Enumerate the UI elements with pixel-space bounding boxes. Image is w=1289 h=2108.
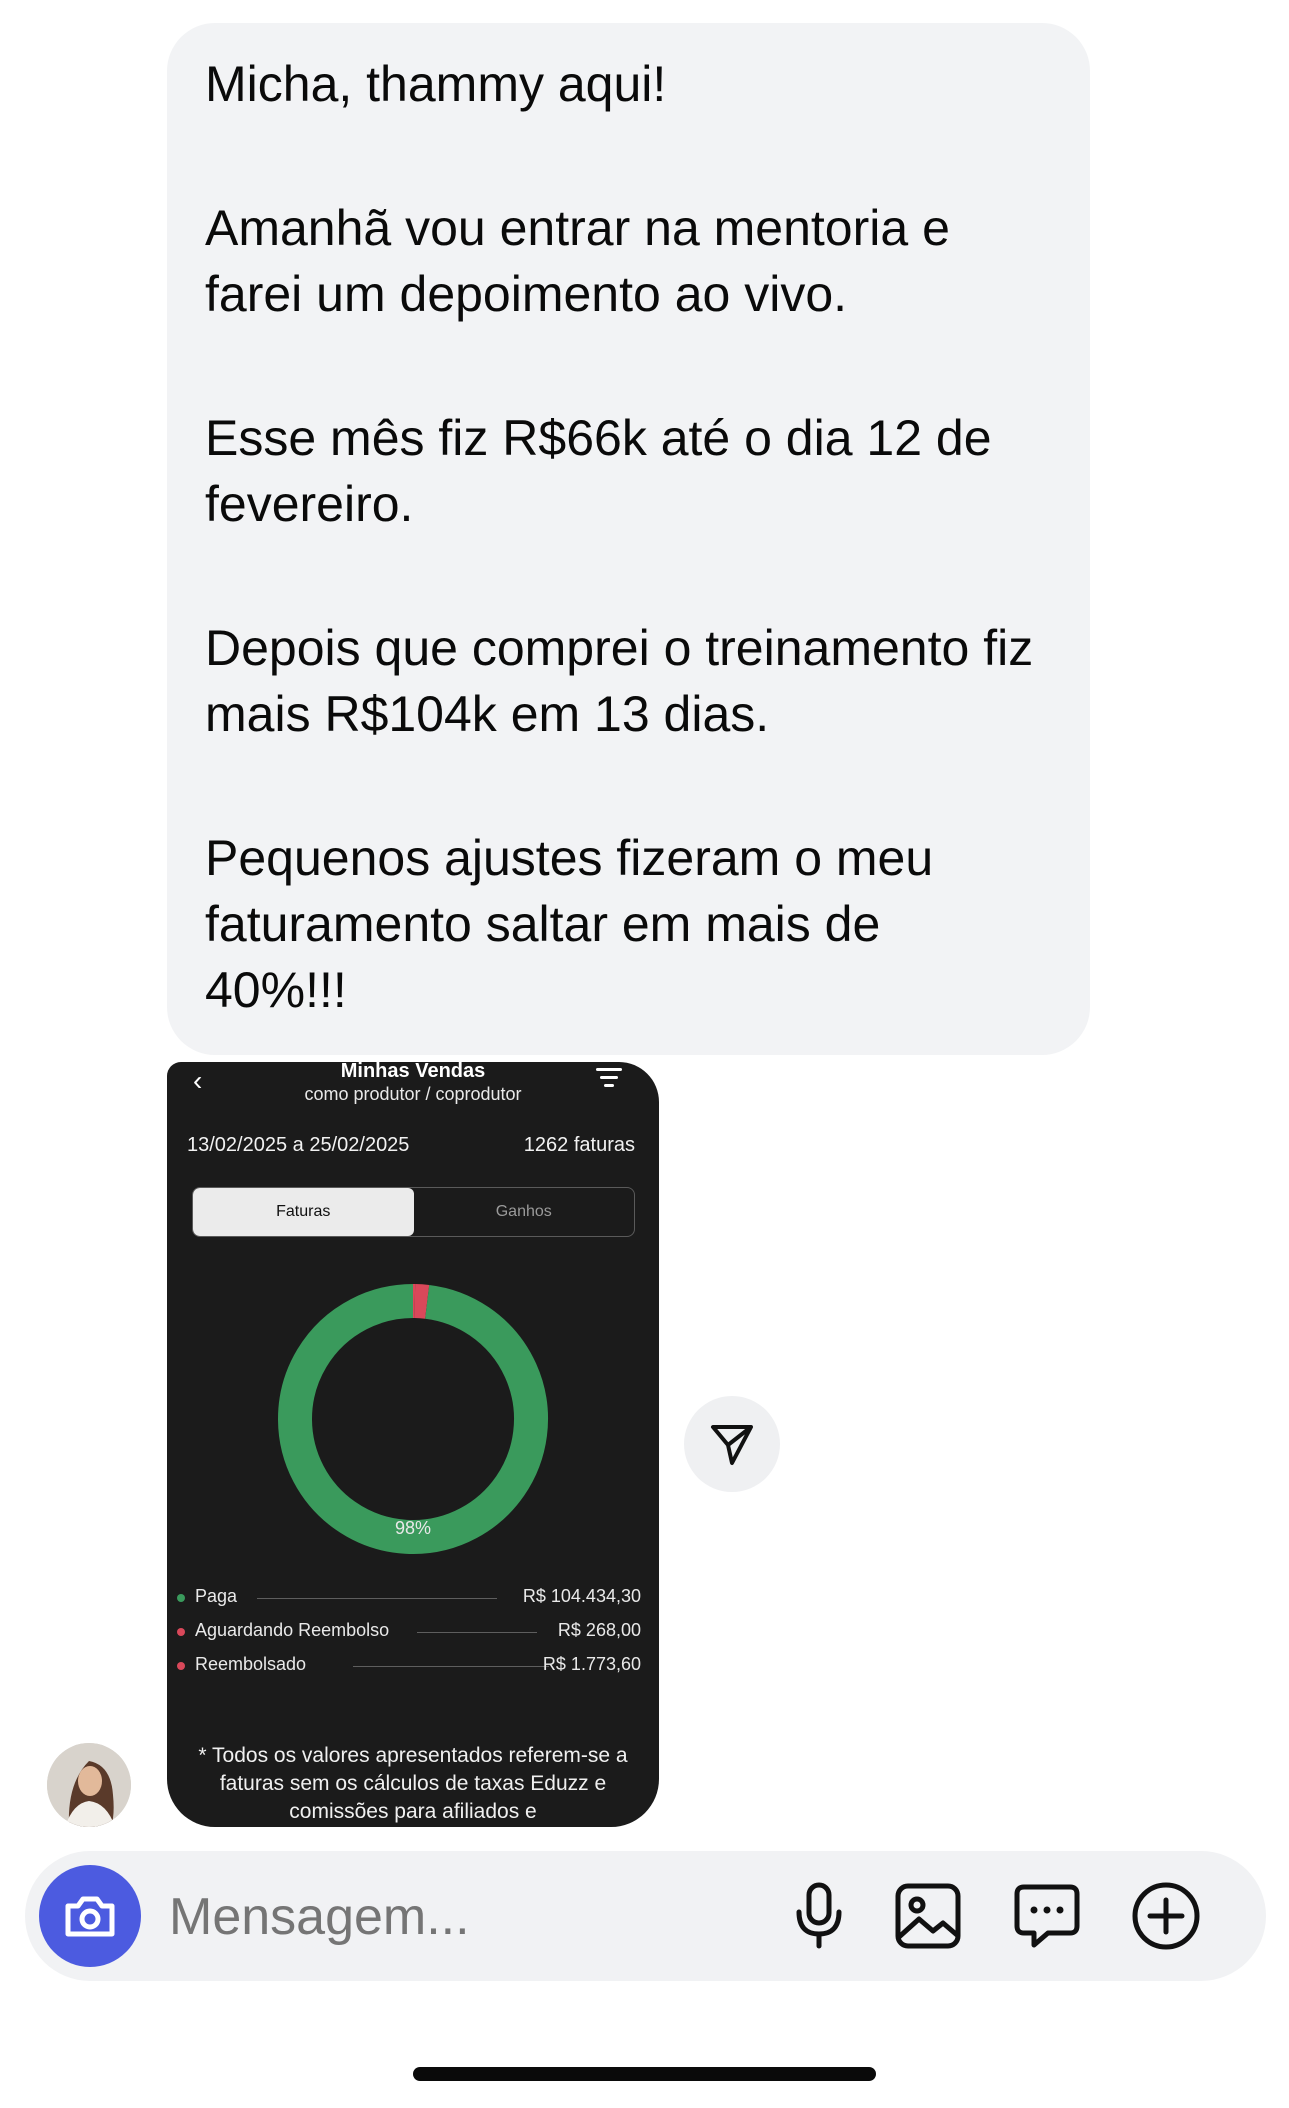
screenshot-title: Minhas Vendas	[340, 1062, 486, 1082]
microphone-icon	[796, 1882, 842, 1949]
legend-item: Paga R$ 104.434,30	[177, 1586, 641, 1610]
tab-switcher: Faturas Ganhos	[192, 1187, 635, 1237]
legend-value: R$ 104.434,30	[522, 1586, 641, 1606]
share-button[interactable]	[684, 1396, 780, 1492]
legend-line	[257, 1598, 497, 1599]
avatar-image	[47, 1743, 131, 1827]
donut-slice-reembolsado	[414, 1284, 430, 1319]
legend-line	[417, 1632, 537, 1633]
camera-button[interactable]	[39, 1865, 141, 1967]
invoice-count: 1262 faturas	[523, 1134, 635, 1156]
shared-screenshot[interactable]: ‹ Minhas Vendas como produtor / coprodut…	[167, 1062, 659, 1827]
footnote: * Todos os valores apresentados referem-…	[198, 1744, 628, 1823]
add-button[interactable]	[1129, 1879, 1203, 1953]
image-icon	[895, 1883, 961, 1949]
message-paragraph: Amanhã vou entrar na mentoria e farei um…	[205, 200, 950, 322]
message-input[interactable]	[167, 1881, 571, 1953]
legend-value: R$ 1.773,60	[542, 1654, 641, 1674]
plus-circle-icon	[1132, 1882, 1200, 1950]
home-indicator	[413, 2067, 876, 2081]
legend-item: Reembolsado R$ 1.773,60	[177, 1654, 641, 1678]
legend-dot	[177, 1628, 185, 1636]
legend-label: Paga	[195, 1586, 238, 1606]
screenshot-subtitle: como produtor / coprodutor	[304, 1084, 522, 1104]
message-paragraph: Esse mês fiz R$66k até o dia 12 de fever…	[205, 410, 992, 532]
avatar[interactable]	[47, 1743, 131, 1827]
legend-value: R$ 268,00	[557, 1620, 641, 1640]
legend-label: Reembolsado	[195, 1654, 307, 1674]
message-bubble[interactable]: Micha, thammy aqui! Amanhã vou entrar na…	[167, 23, 1090, 1055]
message-composer	[25, 1851, 1266, 1981]
legend-line	[353, 1666, 549, 1667]
send-icon	[711, 1425, 753, 1465]
donut-chart	[278, 1284, 548, 1554]
message-paragraph: Micha, thammy aqui!	[205, 56, 667, 112]
message-paragraph: Depois que comprei o treinamento fiz mai…	[205, 620, 1034, 742]
tab-ganhos: Ganhos	[495, 1203, 552, 1220]
message-paragraph: Pequenos ajustes fizeram o meu faturamen…	[205, 830, 934, 1018]
camera-icon	[65, 1896, 115, 1937]
donut-slice-paga	[278, 1284, 548, 1554]
microphone-button[interactable]	[782, 1879, 856, 1953]
legend-dot	[177, 1662, 185, 1670]
sticker-button[interactable]	[1010, 1879, 1084, 1953]
chat-bubble-icon	[1014, 1884, 1080, 1948]
legend-label: Aguardando Reembolso	[195, 1620, 390, 1640]
tab-faturas: Faturas	[193, 1188, 414, 1236]
gallery-button[interactable]	[891, 1879, 965, 1953]
legend-item: Aguardando Reembolso R$ 268,00	[177, 1620, 641, 1644]
filter-icon	[594, 1068, 624, 1092]
date-range: 13/02/2025 a 25/02/2025	[187, 1134, 410, 1156]
legend-dot	[177, 1594, 185, 1602]
paid-percent-label: 98%	[394, 1518, 432, 1538]
